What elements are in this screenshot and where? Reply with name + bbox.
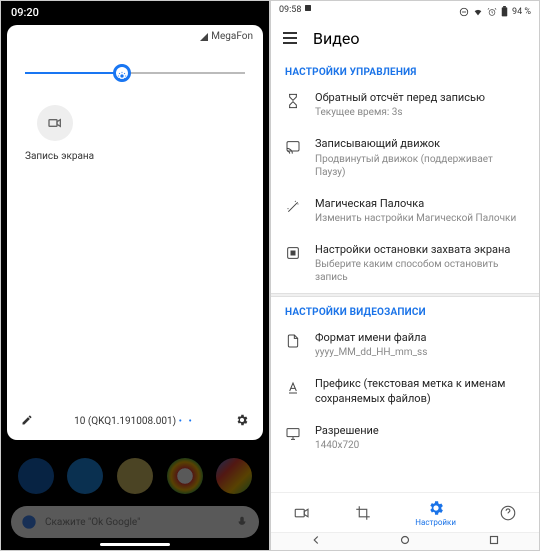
hamburger-icon[interactable] (283, 32, 297, 44)
right-app: 09:58 94 % Видео НАСТРОЙКИ УПРАВЛЕНИЯ Об… (270, 0, 540, 551)
brightness-slider[interactable] (25, 65, 245, 81)
qs-footer: 10 (QKQ1.191008.001) • • (7, 413, 263, 430)
gear-icon[interactable] (235, 413, 249, 430)
chrome-icon[interactable] (167, 458, 203, 494)
google-icon (21, 514, 37, 530)
android-navbar (271, 532, 539, 550)
setting-countdown[interactable]: Обратный отсчёт перед записьюТекущее вре… (271, 82, 539, 128)
carrier-label: MegaFon (200, 31, 253, 42)
camcorder-icon (293, 504, 311, 522)
wifi-icon (473, 7, 483, 17)
setting-prefix[interactable]: Префикс (текстовая метка к именам сохран… (271, 368, 539, 415)
app-header: Видео (271, 19, 539, 57)
dnd-icon (459, 7, 469, 17)
recents-icon[interactable] (487, 532, 501, 551)
page-title: Видео (313, 29, 359, 48)
text-icon (285, 377, 301, 406)
phone-icon[interactable] (18, 458, 54, 494)
screen-record-tile[interactable]: Запись экрана (25, 105, 85, 162)
home-icon[interactable] (398, 532, 412, 551)
gesture-bar (1, 540, 269, 550)
search-hint: Скажите "Ok Google" (45, 517, 140, 528)
gear-icon (427, 499, 445, 517)
file-icon (285, 331, 301, 359)
status-time: 09:20 (11, 6, 39, 19)
battery-icon (501, 6, 508, 17)
setting-wand[interactable]: Магическая ПалочкаИзменить настройки Маг… (271, 188, 539, 234)
search-bar[interactable]: Скажите "Ok Google" (11, 506, 259, 538)
nav-settings[interactable]: Настройки (415, 499, 456, 527)
section-header-video: НАСТРОЙКИ ВИДЕОЗАПИСИ (271, 297, 539, 322)
wand-icon (285, 197, 301, 225)
setting-filename[interactable]: Формат имени файлаyyyy_MM_dd_HH_mm_ss (271, 322, 539, 368)
photo-icon (304, 4, 312, 12)
nav-record[interactable] (293, 504, 311, 522)
messages-icon[interactable] (67, 458, 103, 494)
mic-icon[interactable] (235, 515, 249, 529)
setting-stop[interactable]: Настройки остановки захвата экранаВыбери… (271, 234, 539, 293)
settings-icon[interactable] (117, 458, 153, 494)
nav-screenshot[interactable] (354, 504, 372, 522)
settings-body: НАСТРОЙКИ УПРАВЛЕНИЯ Обратный отсчёт пер… (271, 57, 539, 506)
camcorder-icon (37, 105, 73, 141)
help-icon (499, 504, 517, 522)
left-phone: 09:20 MegaFon Запись экрана 10 (QKQ1.191… (0, 0, 270, 551)
statusbar-left: 09:20 (1, 1, 269, 23)
nav-help[interactable] (499, 504, 517, 522)
setting-engine[interactable]: Записывающий движокПродвинутый движок (п… (271, 128, 539, 187)
edit-icon[interactable] (21, 414, 33, 429)
bottom-nav: Настройки (271, 492, 539, 532)
statusbar-right: 09:58 94 % (271, 1, 539, 19)
monitor-icon (285, 424, 301, 452)
slider-thumb-icon[interactable] (113, 64, 131, 82)
hourglass-icon (285, 91, 301, 119)
build-info: 10 (QKQ1.191008.001) • • (74, 416, 194, 427)
tile-label: Запись экрана (25, 151, 85, 162)
signal-icon (200, 33, 208, 41)
quick-settings-panel: MegaFon Запись экрана 10 (QKQ1.191008.00… (7, 25, 263, 440)
stop-icon (285, 243, 301, 284)
dock (1, 458, 269, 502)
crop-icon (354, 504, 372, 522)
setting-resolution[interactable]: Разрешение1440x720 (271, 415, 539, 461)
section-header-controls: НАСТРОЙКИ УПРАВЛЕНИЯ (271, 57, 539, 82)
alarm-icon (487, 7, 497, 17)
camera-icon[interactable] (216, 458, 252, 494)
back-icon[interactable] (309, 532, 323, 551)
cast-icon (285, 137, 301, 178)
